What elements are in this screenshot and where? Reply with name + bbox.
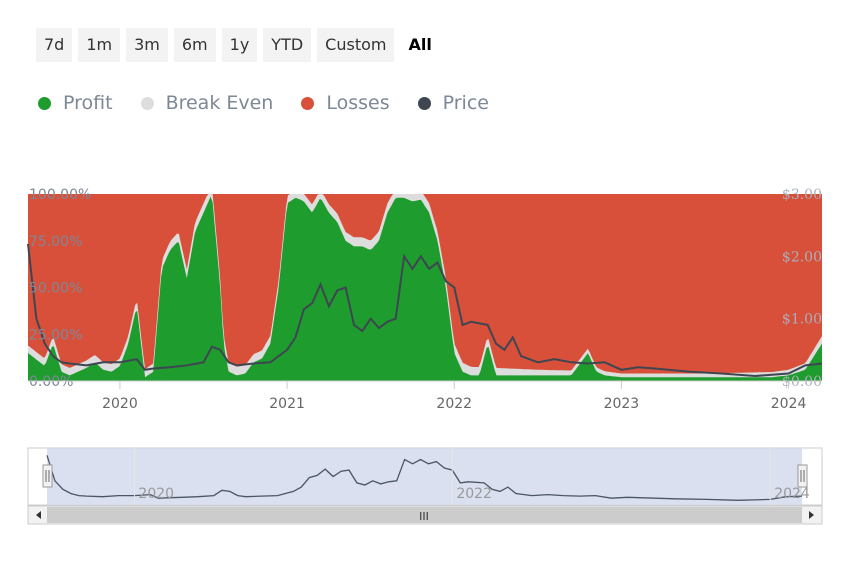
x-tick-label: 2021 — [269, 396, 305, 412]
y-right-tick-label: $2.00 — [782, 249, 822, 265]
y-left-tick-label: 75.00% — [29, 234, 82, 250]
chart-svg: 100.00% 75.00% 50.00% 25.00% 0.00% $3.00 $2.00… — [27, 187, 823, 525]
y-right-tick-label: $3.00 — [782, 187, 822, 203]
x-tick-label: 2023 — [604, 396, 640, 412]
x-tick-label: 2024 — [771, 396, 807, 412]
navigator-handle-right[interactable] — [797, 464, 808, 488]
y-left-tick-label: 25.00% — [29, 327, 82, 343]
y-left-tick-label: 100.00% — [29, 187, 91, 203]
y-left-tick-label: 50.00% — [29, 281, 82, 297]
x-tick-label: 2020 — [102, 396, 138, 412]
navigator-tick-label: 2024 — [774, 486, 810, 502]
handle-grip — [42, 464, 53, 488]
x-tick-label: 2022 — [436, 396, 472, 412]
navigator-handle-left[interactable] — [42, 464, 53, 488]
y-right-tick-label: $0.00 — [782, 374, 822, 390]
navigator-tick-label: 2020 — [138, 486, 174, 502]
y-right-tick-label: $1.00 — [782, 312, 822, 328]
scrollbar-grip-label: III — [419, 510, 429, 523]
handle-grip — [797, 464, 808, 488]
y-left-tick-label: 0.00% — [29, 374, 73, 390]
navigator-tick-label: 2022 — [456, 486, 492, 502]
